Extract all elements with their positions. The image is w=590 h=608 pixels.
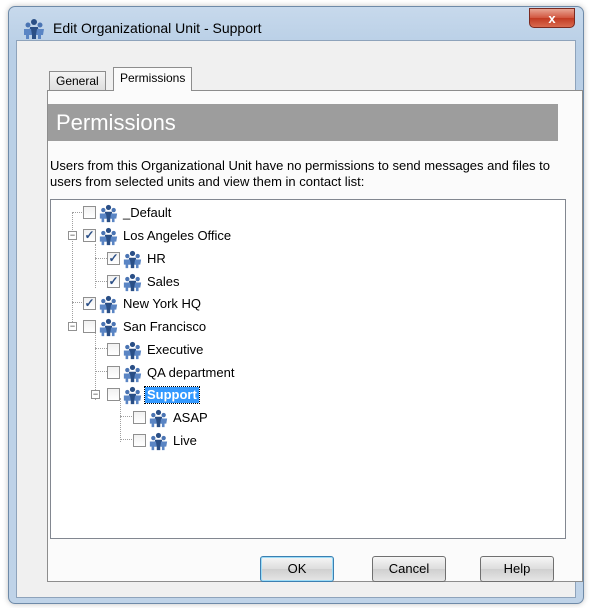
org-unit-icon	[149, 409, 168, 428]
tree-item-checkbox[interactable]	[83, 206, 96, 219]
tree-item-checkbox[interactable]	[107, 366, 120, 379]
org-unit-icon	[99, 295, 118, 314]
org-unit-icon	[99, 204, 118, 223]
tree-item-checkbox[interactable]	[107, 388, 120, 401]
tree-item-label[interactable]: San Francisco	[121, 319, 208, 335]
tree-item-checkbox[interactable]	[83, 320, 96, 333]
permissions-panel-content: Permissions Users from this Organization…	[38, 92, 574, 584]
tree-item-checkbox[interactable]	[133, 434, 146, 447]
tree-item-label[interactable]: Executive	[145, 342, 205, 358]
tree-item-checkbox[interactable]: ✓	[107, 275, 120, 288]
tree-item-checkbox[interactable]: ✓	[83, 297, 96, 310]
tree-connector	[120, 398, 121, 442]
permissions-section-header: Permissions	[48, 104, 558, 141]
tree-connector	[120, 416, 132, 417]
tree-item-label[interactable]: Support	[144, 386, 200, 404]
tree-connector	[120, 439, 132, 440]
tree-item-label[interactable]: New York HQ	[121, 296, 203, 312]
org-unit-tree[interactable]: _Default − ✓ Los Angeles Office ✓ HR ✓ S…	[50, 199, 566, 539]
tree-item-label[interactable]: HR	[145, 251, 168, 267]
tree-item-checkbox[interactable]	[107, 343, 120, 356]
collapse-icon[interactable]: −	[91, 390, 100, 399]
tree-item-label[interactable]: Los Angeles Office	[121, 228, 233, 244]
tree-item-checkbox[interactable]: ✓	[107, 252, 120, 265]
tree-connector	[95, 281, 107, 282]
org-unit-icon	[123, 341, 142, 360]
tab-general[interactable]: General	[49, 71, 106, 90]
window-title: Edit Organizational Unit - Support	[53, 20, 262, 36]
tree-connector	[95, 371, 107, 372]
org-unit-icon	[123, 250, 142, 269]
tree-item-label[interactable]: Live	[171, 433, 199, 449]
ok-button[interactable]: OK	[260, 556, 334, 582]
org-unit-icon	[123, 364, 142, 383]
tree-connector	[95, 348, 107, 349]
tree-item-checkbox[interactable]	[133, 411, 146, 424]
org-unit-icon	[99, 318, 118, 337]
org-unit-icon	[123, 386, 142, 405]
tree-item-label[interactable]: _Default	[121, 205, 173, 221]
org-unit-icon	[149, 432, 168, 451]
collapse-icon[interactable]: −	[68, 231, 77, 240]
tree-item-label[interactable]: QA department	[145, 365, 236, 381]
tab-permissions[interactable]: Permissions	[113, 67, 193, 91]
tree-item-label[interactable]: Sales	[145, 274, 182, 290]
help-button[interactable]: Help	[480, 556, 554, 582]
org-unit-icon	[123, 273, 142, 292]
tree-item-checkbox[interactable]: ✓	[83, 229, 96, 242]
cancel-button[interactable]: Cancel	[372, 556, 446, 582]
tree-item-label[interactable]: ASAP	[171, 410, 210, 426]
org-unit-icon	[99, 227, 118, 246]
permissions-description: Users from this Organizational Unit have…	[50, 158, 551, 189]
collapse-icon[interactable]: −	[68, 322, 77, 331]
tree-connector	[95, 258, 107, 259]
close-button[interactable]: x	[529, 8, 575, 28]
org-unit-icon	[24, 19, 44, 39]
